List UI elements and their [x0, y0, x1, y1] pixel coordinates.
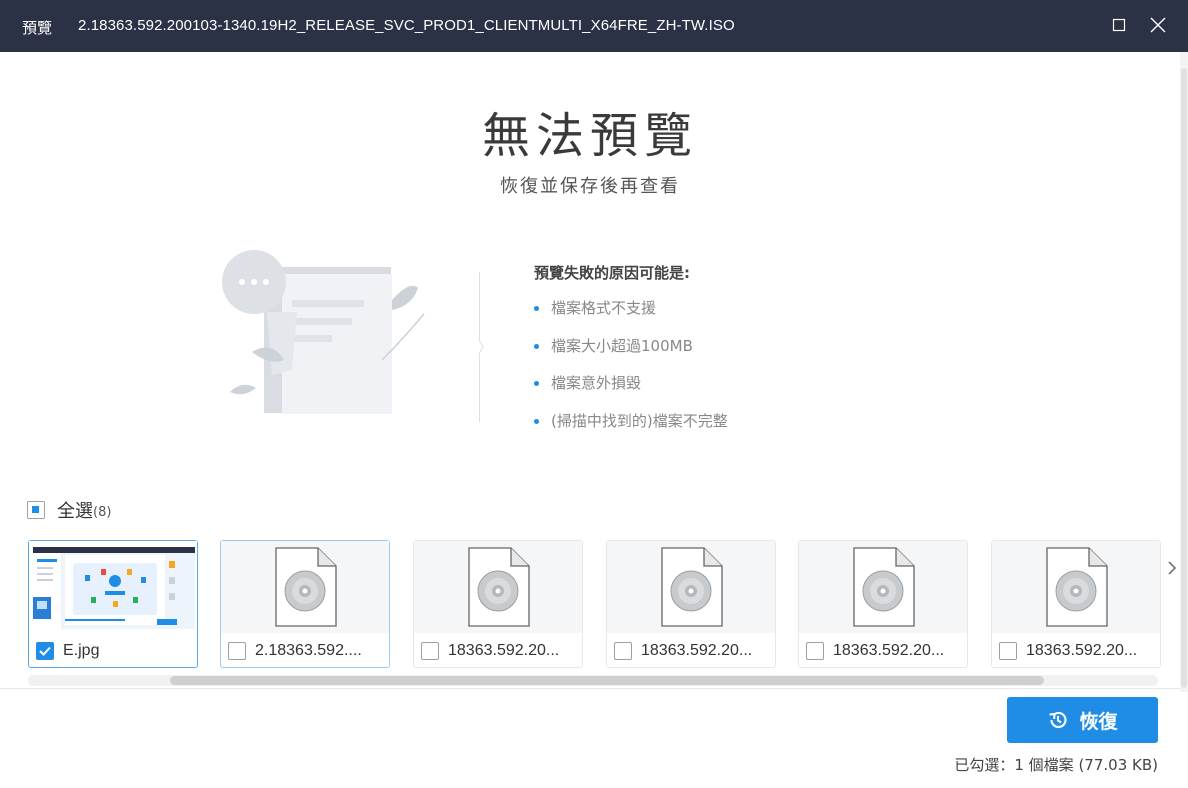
- thumbnail-image: [607, 541, 775, 633]
- file-checkbox[interactable]: [806, 642, 824, 660]
- thumbnail-image: [29, 541, 197, 633]
- file-checkbox[interactable]: [614, 642, 632, 660]
- file-checkbox[interactable]: [421, 642, 439, 660]
- reason-item: 檔案大小超過100MB: [534, 334, 728, 372]
- disc-file-icon: [853, 547, 915, 627]
- reasons-title: 預覽失敗的原因可能是:: [534, 264, 690, 282]
- close-button[interactable]: [1147, 14, 1169, 36]
- selection-status: 已勾選：1 個檔案 (77.03 KB): [954, 756, 1158, 774]
- title-bar: 預覽 2.18363.592.200103-1340.19H2_RELEASE_…: [0, 0, 1188, 52]
- reason-item: 檔案格式不支援: [534, 296, 728, 334]
- divider-chevron-icon: [478, 340, 484, 354]
- file-name-label: 18363.592.20...: [641, 642, 753, 659]
- select-all-checkbox[interactable]: [27, 501, 45, 519]
- horizontal-scrollbar[interactable]: [28, 675, 1158, 686]
- thumbnail-strip: E.jpg 2.18363.592.... 18363.592.20... 18…: [28, 540, 1163, 668]
- recover-button[interactable]: 恢復: [1007, 697, 1158, 743]
- disc-file-icon: [275, 547, 337, 627]
- thumbnail-image: [414, 541, 582, 633]
- thumbnail-card[interactable]: 18363.592.20...: [606, 540, 776, 668]
- thumbnail-image: [992, 541, 1160, 633]
- preview-subtitle: 恢復並保存後再查看: [500, 176, 680, 197]
- disc-file-icon: [468, 547, 530, 627]
- scrollbar-thumb[interactable]: [1181, 68, 1187, 688]
- file-name-label: E.jpg: [63, 642, 100, 659]
- divider: [0, 688, 1180, 689]
- file-name-label: 18363.592.20...: [1026, 642, 1138, 659]
- chevron-right-icon: [1168, 561, 1177, 575]
- thumbnail-card[interactable]: 2.18363.592....: [220, 540, 390, 668]
- close-icon: [1150, 17, 1166, 33]
- thumbnail-image: [799, 541, 967, 633]
- file-name-label: 18363.592.20...: [833, 642, 945, 659]
- file-checkbox[interactable]: [999, 642, 1017, 660]
- thumbnail-card[interactable]: E.jpg: [28, 540, 198, 668]
- maximize-button[interactable]: [1108, 14, 1130, 36]
- failure-reasons: 預覽失敗的原因可能是: 檔案格式不支援 檔案大小超過100MB 檔案意外損毀 (…: [534, 260, 728, 446]
- thumbnail-image: [221, 541, 389, 633]
- window-title: 預覽: [22, 19, 53, 37]
- file-checkbox[interactable]: [228, 642, 246, 660]
- maximize-icon: [1112, 18, 1126, 32]
- file-checkbox[interactable]: [36, 642, 54, 660]
- preview-failed-illustration: [222, 250, 425, 414]
- scrollbar-thumb[interactable]: [170, 676, 1044, 685]
- reason-item: (掃描中找到的)檔案不完整: [534, 409, 728, 447]
- recover-button-label: 恢復: [1079, 710, 1118, 733]
- file-name-label: 18363.592.20...: [448, 642, 560, 659]
- thumbnail-card[interactable]: 18363.592.20...: [413, 540, 583, 668]
- disc-file-icon: [661, 547, 723, 627]
- file-name: 2.18363.592.200103-1340.19H2_RELEASE_SVC…: [78, 17, 735, 34]
- disc-file-icon: [1046, 547, 1108, 627]
- thumbnail-card[interactable]: 18363.592.20...: [991, 540, 1161, 668]
- thumbnail-card[interactable]: 18363.592.20...: [798, 540, 968, 668]
- preview-unavailable-title: 無法預覽: [481, 108, 698, 164]
- select-all[interactable]: 全選 (8): [27, 498, 111, 522]
- select-all-label: 全選: [57, 501, 93, 522]
- next-thumbnails-button[interactable]: [1166, 558, 1178, 578]
- reason-item: 檔案意外損毀: [534, 371, 728, 409]
- vertical-scrollbar[interactable]: [1180, 52, 1188, 692]
- file-name-label: 2.18363.592....: [255, 642, 362, 659]
- history-icon: [1049, 711, 1068, 729]
- select-all-count: (8): [93, 504, 112, 520]
